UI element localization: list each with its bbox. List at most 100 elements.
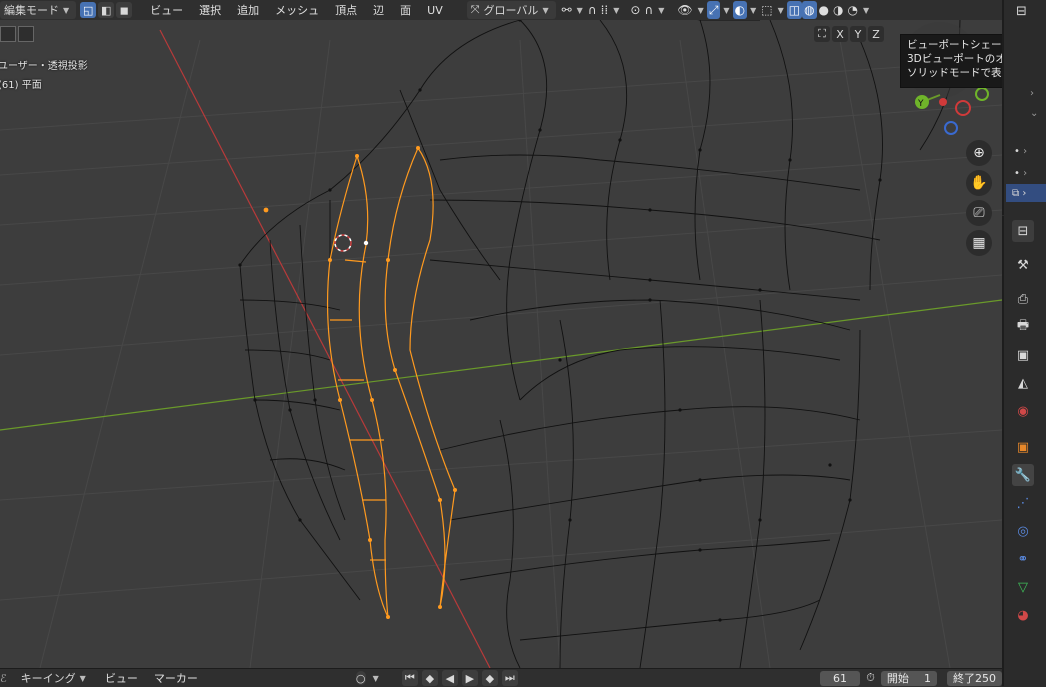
collapse-icon[interactable]: ⌄ xyxy=(1030,108,1038,119)
y-axis-line xyxy=(0,299,1002,431)
overlay-icon[interactable]: ◐ xyxy=(732,1,748,19)
chevron-down-icon: ▼ xyxy=(658,5,665,15)
menu-face[interactable]: 面 xyxy=(392,2,419,18)
timeline-header: ℰ キーイング ▼ ビュー マーカー ○ ▼ ⏮ ◆ ◀ ▶ ◆ ⏭ 61 ⏱ 開… xyxy=(0,668,1002,687)
next-keyframe-icon[interactable]: ◆ xyxy=(481,670,498,686)
current-frame-field[interactable]: 61 xyxy=(819,670,861,686)
outliner-header-icon[interactable]: ⊟ xyxy=(1016,4,1027,19)
view-layer-tab-icon[interactable]: ▣ xyxy=(1012,344,1034,366)
end-frame-field[interactable]: 終了 250 xyxy=(947,670,1002,686)
axis-z-button[interactable]: Z xyxy=(868,26,884,42)
snap-icon[interactable] xyxy=(0,26,16,42)
constraints-tab-icon[interactable]: ⚭ xyxy=(1012,548,1034,570)
menu-vertex[interactable]: 頂点 xyxy=(327,2,365,18)
object-info: (61) 平面 xyxy=(0,80,42,91)
falloff-icon[interactable]: ∩ xyxy=(642,1,655,19)
outliner-row[interactable]: • › xyxy=(1014,168,1027,179)
chevron-down-icon: ▼ xyxy=(79,673,86,683)
menu-select[interactable]: 選択 xyxy=(191,2,229,18)
mesh-overlay-icon[interactable]: ⬚ xyxy=(759,1,774,19)
orientation-icon: ⤧ xyxy=(470,3,480,16)
output-tab-icon[interactable]: 🖶 xyxy=(1012,316,1034,338)
snap-magnet-icon[interactable]: ∩ xyxy=(586,1,599,19)
proportional-edit-icon[interactable]: ⊙ xyxy=(628,1,642,19)
material-shading-icon[interactable]: ◑ xyxy=(831,1,845,19)
expand-icon[interactable]: › xyxy=(1030,88,1034,99)
play-icon[interactable]: ▶ xyxy=(461,670,478,686)
vertex-select-button[interactable]: ◱ xyxy=(80,2,97,18)
proportional-icon[interactable] xyxy=(18,26,34,42)
mode-dropdown[interactable]: 編集モード ▼ xyxy=(0,1,77,19)
mesh-icon: ⧉ xyxy=(1012,187,1020,199)
scene-tab-icon[interactable]: ◭ xyxy=(1012,372,1034,394)
outliner-panel: ⊟ › ⌄ • › • › ⧉ › xyxy=(1002,0,1046,215)
chevron-down-icon: ▼ xyxy=(542,5,549,15)
selected-mesh-left xyxy=(326,155,389,618)
timeline-menu-marker[interactable]: マーカー xyxy=(146,670,206,686)
xray-icon[interactable]: ◫ xyxy=(786,1,803,19)
tool-tab-icon[interactable]: ⚒ xyxy=(1012,254,1034,276)
edge-select-icon: ◧ xyxy=(100,3,112,17)
face-select-icon: ◼ xyxy=(119,3,129,17)
axis-x-button[interactable]: X xyxy=(832,26,848,42)
edge-select-button[interactable]: ◧ xyxy=(98,2,115,18)
snap-grid-icon[interactable]: ⁞⁞ xyxy=(599,1,611,19)
menu-view[interactable]: ビュー xyxy=(142,2,191,18)
play-reverse-icon[interactable]: ◀ xyxy=(441,670,458,686)
chevron-down-icon: ▼ xyxy=(750,5,757,15)
chevron-down-icon: ▼ xyxy=(777,5,784,15)
3d-viewport[interactable]: Y ユーザー・透視投影 (61) 平面 ⛶ X Y Z ⊕ ✋ ⎚ ▦ xyxy=(0,0,1002,668)
auto-keying-icon[interactable]: ○ xyxy=(355,671,366,685)
stopwatch-icon[interactable]: ⏱ xyxy=(866,671,875,685)
jump-start-icon[interactable]: ⏮ xyxy=(401,670,418,686)
axis-y-button[interactable]: Y xyxy=(850,26,866,42)
menu-add[interactable]: 追加 xyxy=(229,2,267,18)
properties-editor-icon[interactable]: ⊟ xyxy=(1012,220,1034,242)
particles-tab-icon[interactable]: ⋰ xyxy=(1012,492,1034,514)
active-vertex xyxy=(363,240,369,246)
menu-mesh[interactable]: メッシュ xyxy=(267,2,327,18)
x-axis-line xyxy=(159,29,491,668)
chevron-down-icon: ▼ xyxy=(576,5,583,15)
pivot-icon[interactable]: ⚯ xyxy=(560,1,574,19)
chevron-down-icon: ▼ xyxy=(863,5,870,15)
mirror-axis-buttons: ⛶ X Y Z xyxy=(814,26,884,42)
perspective-button[interactable]: ▦ xyxy=(966,230,992,256)
render-tab-icon[interactable]: ⎙ xyxy=(1012,288,1034,310)
wireframe-shading-icon[interactable]: ◍ xyxy=(802,1,817,19)
vertex-select-icon: ◱ xyxy=(82,3,94,17)
viewport-scene[interactable]: Y xyxy=(0,0,1002,668)
face-select-button[interactable]: ◼ xyxy=(116,2,133,18)
visibility-icon[interactable]: 👁 xyxy=(675,1,694,19)
outliner-row[interactable]: • › xyxy=(1014,146,1027,157)
view-name: ユーザー・透視投影 xyxy=(0,61,88,72)
jump-end-icon[interactable]: ⏭ xyxy=(501,670,518,686)
world-tab-icon[interactable]: ◉ xyxy=(1012,400,1034,422)
hand-icon: ✋ xyxy=(970,175,988,191)
mirror-icon[interactable]: ⛶ xyxy=(814,26,830,42)
pan-button[interactable]: ✋ xyxy=(966,170,992,196)
timeline-menu-view[interactable]: ビュー xyxy=(97,670,146,686)
menu-edge[interactable]: 辺 xyxy=(365,2,392,18)
gizmo-icon[interactable]: ⤢ xyxy=(706,1,721,19)
editor-type-icon[interactable]: ℰ xyxy=(0,672,7,685)
rendered-shading-icon[interactable]: ◔ xyxy=(846,1,860,19)
grid-icon: ▦ xyxy=(972,235,986,251)
data-tab-icon[interactable]: ▽ xyxy=(1012,576,1034,598)
toggle-icons xyxy=(0,26,34,45)
zoom-button[interactable]: ⊕ xyxy=(966,140,992,166)
start-frame-field[interactable]: 開始 1 xyxy=(880,670,937,686)
object-tab-icon[interactable]: ▣ xyxy=(1012,436,1034,458)
gizmo-y-label: Y xyxy=(917,99,924,109)
physics-tab-icon[interactable]: ◎ xyxy=(1012,520,1034,542)
prev-keyframe-icon[interactable]: ◆ xyxy=(421,670,438,686)
material-tab-icon[interactable]: ◕ xyxy=(1012,604,1034,626)
modifier-tab-icon[interactable]: 🔧 xyxy=(1012,464,1034,486)
orientation-dropdown[interactable]: ⤧ グローバル ▼ xyxy=(466,1,556,19)
zoom-icon: ⊕ xyxy=(973,145,985,161)
camera-button[interactable]: ⎚ xyxy=(966,200,992,226)
outliner-row-selected[interactable]: ⧉ › xyxy=(1006,184,1046,202)
solid-shading-icon[interactable]: ● xyxy=(817,1,831,19)
keying-dropdown[interactable]: キーイング ▼ xyxy=(17,669,93,687)
menu-uv[interactable]: UV xyxy=(419,4,451,17)
